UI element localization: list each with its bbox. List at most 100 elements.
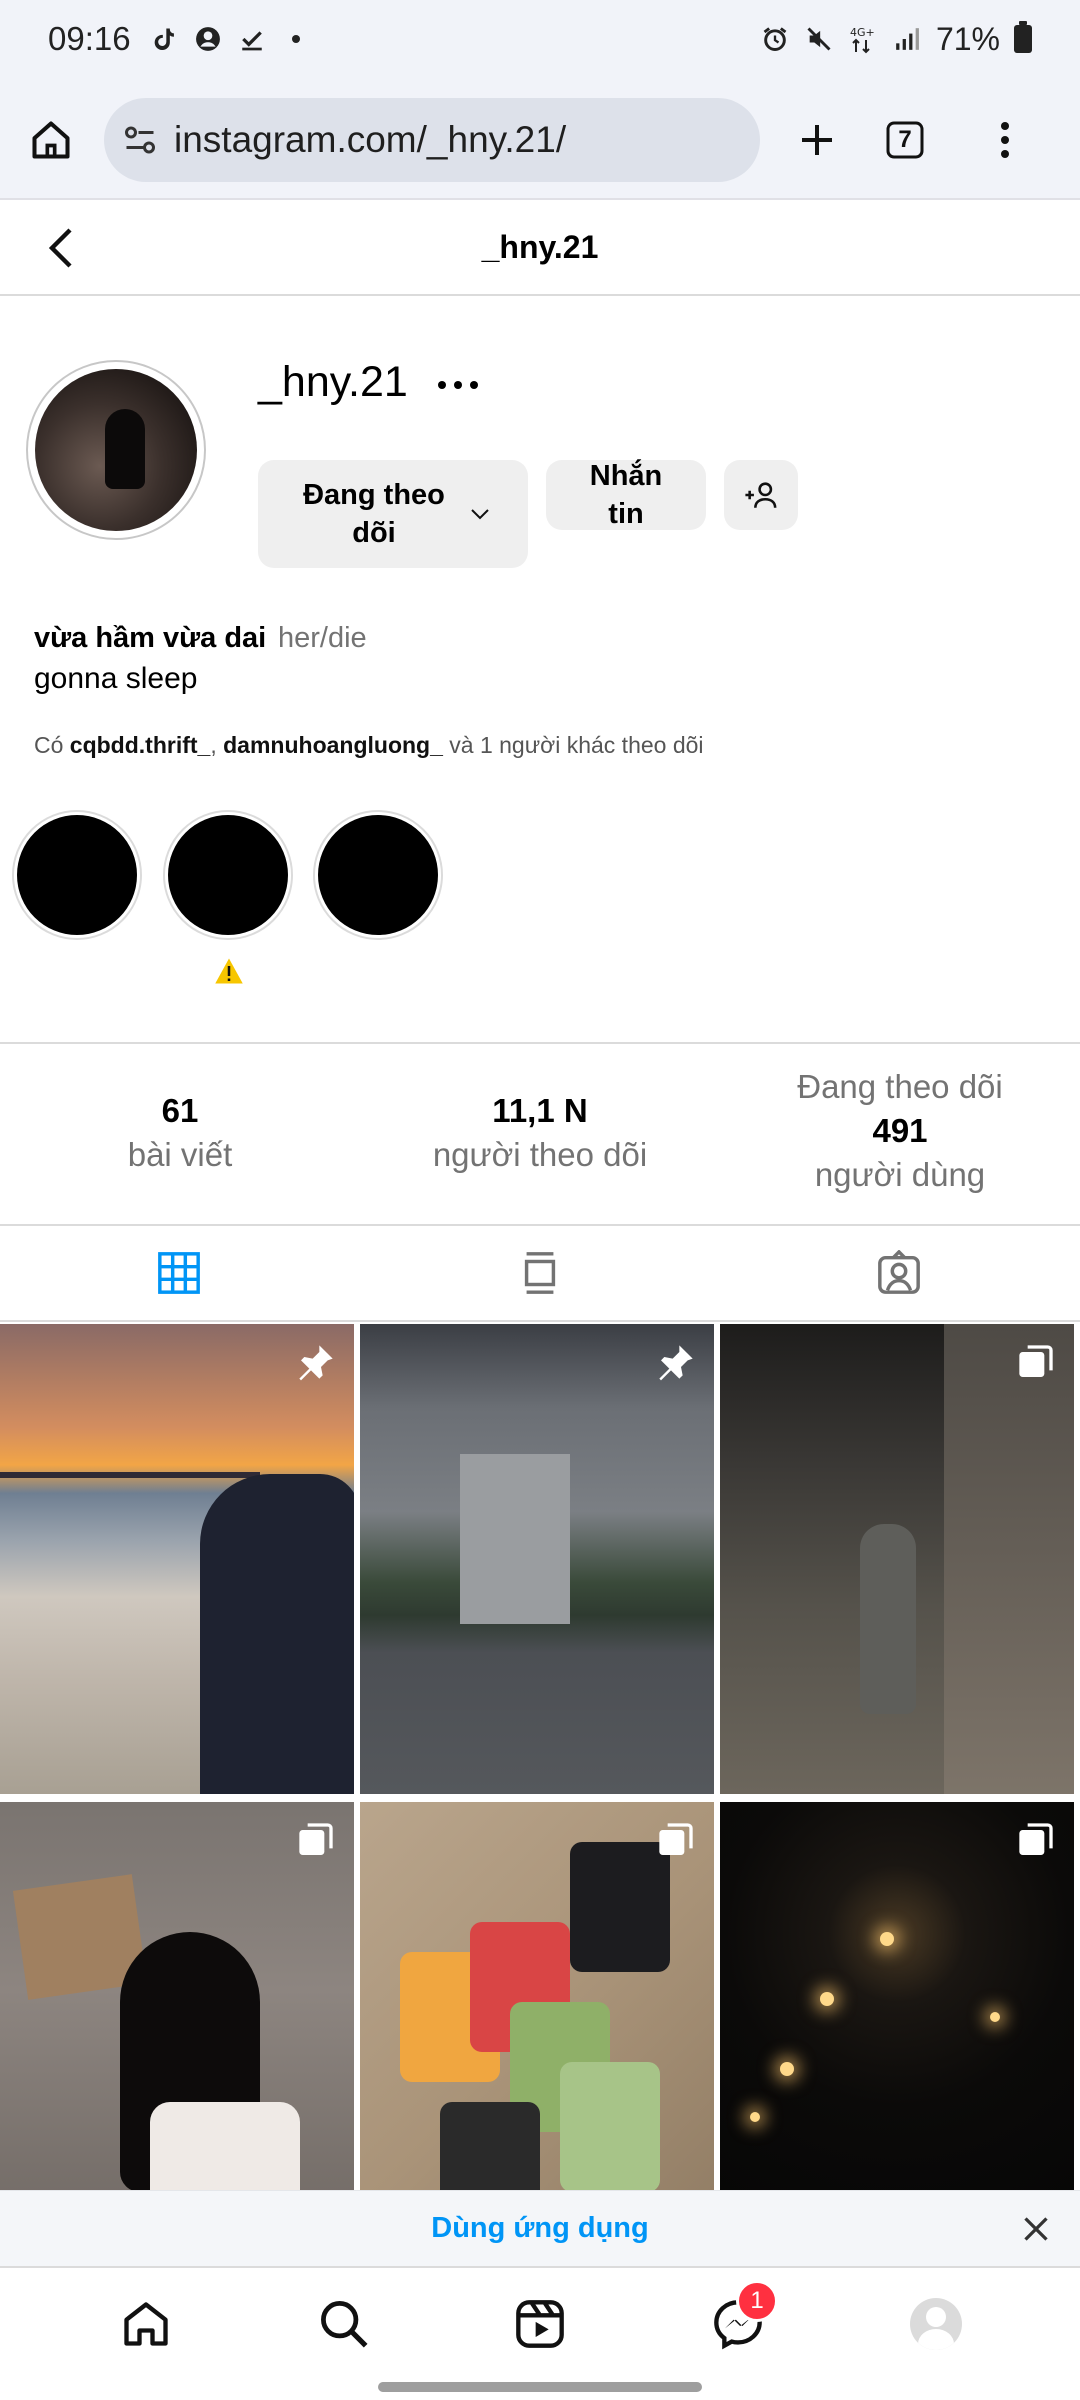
photo-detail: [0, 1472, 260, 1478]
highlight-cover: [168, 815, 288, 935]
nav-profile[interactable]: [908, 2296, 964, 2352]
photo-detail: [570, 1842, 670, 1972]
nav-search[interactable]: [316, 2296, 372, 2352]
dot-icon: [281, 24, 311, 54]
network-4g-icon: 4G+: [848, 24, 878, 54]
followers-stat[interactable]: 11,1 N người theo dõi: [400, 1092, 680, 1174]
tab-tagged[interactable]: [874, 1248, 924, 1298]
tiktok-icon: [149, 24, 179, 54]
use-app-banner: Dùng ứng dụng: [0, 2190, 1080, 2266]
battery-icon: [1014, 21, 1032, 53]
followed-by[interactable]: Có cqbdd.thrift_, damnuhoangluong_ và 1 …: [34, 732, 704, 759]
following-prefix: Đang theo dõi: [797, 1068, 1003, 1105]
following-count: 491: [872, 1112, 928, 1149]
photo-detail: [820, 1992, 834, 2006]
followed-by-user[interactable]: damnuhoangluong_: [223, 732, 443, 758]
dot-icon: [470, 381, 478, 389]
posts-count: 61: [161, 1092, 199, 1129]
svg-text:4G+: 4G+: [850, 26, 875, 39]
carousel-icon: [1019, 1345, 1053, 1377]
bottom-navigation: [0, 2266, 1080, 2376]
use-app-link[interactable]: Dùng ứng dụng: [431, 2212, 649, 2245]
account-icon: [193, 24, 223, 54]
plus-icon: [802, 125, 832, 155]
mute-icon: [804, 24, 834, 54]
alarm-icon: [760, 24, 790, 54]
tab-switcher-button[interactable]: 7: [868, 103, 942, 177]
pin-icon: [299, 1345, 333, 1381]
nav-reels[interactable]: [512, 2296, 568, 2352]
posts-stat: 61 bài viết: [80, 1092, 280, 1174]
url-text[interactable]: instagram.com/_hny.21/: [174, 119, 566, 161]
grid-icon: [158, 1252, 200, 1294]
avatar-image: [35, 369, 197, 531]
messages-badge: 1: [736, 2280, 778, 2322]
profile-header: _hny.21: [0, 200, 1080, 296]
profile-avatar[interactable]: [26, 360, 206, 540]
followed-by-prefix: Có: [34, 732, 64, 758]
post-thumbnail[interactable]: [0, 1324, 354, 1794]
chevron-left-icon: [48, 228, 72, 268]
display-name: vừa hầm vừa dai: [34, 622, 267, 654]
reels-icon: [516, 2300, 564, 2348]
tab-posts-grid[interactable]: [154, 1248, 204, 1298]
browser-menu-button[interactable]: [968, 103, 1042, 177]
followed-by-user[interactable]: cqbdd.thrift_: [70, 732, 211, 758]
search-icon: [321, 2301, 368, 2348]
gesture-bar[interactable]: [378, 2382, 702, 2392]
highlight-cover: [318, 815, 438, 935]
browser-toolbar: instagram.com/_hny.21/ 7: [0, 78, 1080, 200]
nav-home[interactable]: [118, 2296, 174, 2352]
following-stat[interactable]: Đang theo dõi 491 người dùng: [760, 1068, 1040, 1194]
tab-feed[interactable]: [515, 1248, 565, 1298]
dot-icon: [454, 381, 462, 389]
feed-icon: [524, 1252, 556, 1294]
suggested-users-button[interactable]: [724, 460, 798, 530]
system-icons: 4G+ 71%: [760, 21, 1032, 58]
page-title: _hny.21: [481, 228, 599, 265]
pronouns: her/die: [278, 622, 367, 654]
close-banner-button[interactable]: [1018, 2211, 1054, 2247]
photo-detail: [460, 1454, 570, 1624]
site-settings-icon[interactable]: [122, 122, 158, 158]
story-highlight[interactable]: [163, 810, 293, 940]
highlight-cover: [17, 815, 137, 935]
more-options-button[interactable]: [438, 365, 494, 405]
following-button[interactable]: Đang theo dõi: [258, 460, 528, 568]
close-icon: [1024, 2217, 1048, 2241]
story-highlight[interactable]: [12, 810, 142, 940]
profile-tabs: [0, 1226, 1080, 1322]
post-thumbnail[interactable]: [360, 1324, 714, 1794]
tab-count: 7: [898, 126, 912, 153]
check-download-icon: [237, 24, 267, 54]
photo-detail: [880, 1932, 894, 1946]
back-button[interactable]: [40, 224, 88, 272]
new-tab-button[interactable]: [780, 103, 854, 177]
carousel-icon: [1019, 1823, 1053, 1855]
photo-detail: [944, 1324, 1074, 1794]
signal-icon: [892, 24, 922, 54]
photo-detail: [200, 1474, 354, 1794]
posts-label: bài viết: [127, 1136, 233, 1173]
profile-avatar-icon: [910, 2298, 962, 2350]
battery-percent: 71%: [935, 20, 1000, 57]
followed-by-suffix: và 1 người khác theo dõi: [449, 732, 704, 758]
story-highlight[interactable]: [313, 810, 443, 940]
photo-detail: [750, 2112, 760, 2122]
carousel-icon: [299, 1823, 333, 1855]
tagged-icon: [878, 1250, 920, 1294]
following-button-label: Đang theo dõi: [303, 479, 445, 549]
home-icon: [124, 2302, 168, 2346]
message-button-label: Nhắn tin: [589, 460, 663, 530]
followers-count: 11,1 N: [492, 1092, 588, 1129]
message-button[interactable]: Nhắn tin: [546, 460, 706, 530]
status-time: 09:16: [48, 20, 131, 57]
following-label: người dùng: [814, 1156, 986, 1193]
home-button[interactable]: [14, 103, 88, 177]
address-bar[interactable]: instagram.com/_hny.21/: [104, 98, 760, 182]
post-thumbnail[interactable]: [720, 1324, 1074, 1794]
profile-username: _hny.21: [258, 358, 408, 406]
notification-icons: [149, 24, 311, 54]
warning-icon: [214, 956, 244, 986]
photo-detail: [990, 2012, 1000, 2022]
